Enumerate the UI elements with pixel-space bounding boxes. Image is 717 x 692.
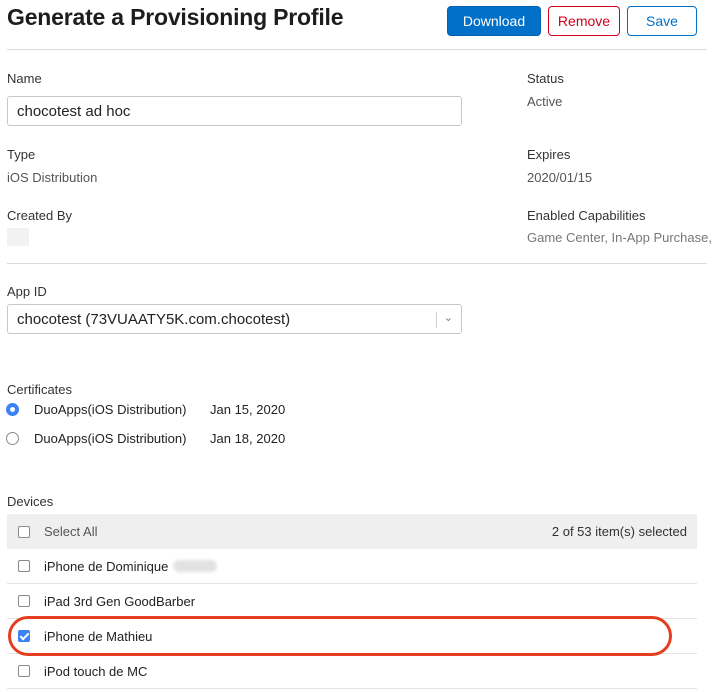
certificates-label: Certificates bbox=[7, 382, 73, 397]
device-row[interactable]: iPhone de Dominique bbox=[7, 549, 697, 584]
app-id-select[interactable]: chocotest (73VUAATY5K.com.chocotest) ⌄ bbox=[7, 304, 462, 334]
selection-count: 2 of 53 item(s) selected bbox=[551, 524, 687, 539]
select-all-label[interactable]: Select All bbox=[44, 524, 97, 539]
name-label: Name bbox=[7, 71, 42, 86]
devices-header-row: Select All 2 of 53 item(s) selected bbox=[7, 514, 697, 549]
type-value: iOS Distribution bbox=[7, 170, 98, 185]
header-divider bbox=[7, 49, 707, 50]
radio-unselected-icon[interactable] bbox=[6, 432, 19, 445]
select-divider bbox=[436, 312, 437, 328]
certificate-name: DuoApps(iOS Distribution) bbox=[34, 402, 187, 417]
device-row[interactable]: iPad 3rd Gen GoodBarber bbox=[7, 584, 697, 619]
certificate-name: DuoApps(iOS Distribution) bbox=[34, 431, 187, 446]
certificate-date: Jan 18, 2020 bbox=[210, 431, 286, 446]
certificate-option[interactable]: DuoApps(iOS Distribution) Jan 15, 2020 bbox=[6, 402, 285, 417]
expires-label: Expires bbox=[527, 147, 571, 162]
chevron-down-icon: ⌄ bbox=[443, 312, 453, 324]
capabilities-value: Game Center, In-App Purchase, bbox=[527, 230, 712, 245]
capabilities-label: Enabled Capabilities bbox=[527, 208, 646, 223]
device-checkbox[interactable] bbox=[18, 595, 30, 607]
save-button[interactable]: Save bbox=[627, 6, 697, 36]
app-id-label: App ID bbox=[7, 284, 47, 299]
app-id-selected-value: chocotest (73VUAATY5K.com.chocotest) bbox=[17, 310, 291, 328]
status-value: Active bbox=[527, 94, 563, 109]
created-by-redacted bbox=[7, 228, 29, 246]
remove-button[interactable]: Remove bbox=[548, 6, 620, 36]
expires-value: 2020/01/15 bbox=[527, 170, 593, 185]
device-checkbox-checked[interactable] bbox=[18, 630, 30, 642]
certificate-date: Jan 15, 2020 bbox=[210, 402, 286, 417]
devices-label: Devices bbox=[7, 494, 54, 509]
device-row[interactable]: iPod touch de MC bbox=[7, 654, 697, 689]
blurred-text bbox=[173, 560, 218, 572]
device-name: iPad 3rd Gen GoodBarber bbox=[44, 593, 196, 609]
status-label: Status bbox=[527, 71, 564, 86]
device-name: iPod touch de MC bbox=[44, 663, 148, 679]
section-divider bbox=[7, 263, 707, 264]
device-name: iPhone de Dominique bbox=[44, 558, 169, 574]
device-checkbox[interactable] bbox=[18, 665, 30, 677]
select-all-checkbox[interactable] bbox=[18, 525, 30, 538]
radio-selected-icon[interactable] bbox=[6, 403, 19, 416]
page-title: Generate a Provisioning Profile bbox=[7, 4, 344, 30]
device-name: iPhone de Mathieu bbox=[44, 628, 153, 644]
type-label: Type bbox=[7, 147, 36, 162]
device-row[interactable]: iPhone de Mathieu bbox=[7, 619, 697, 654]
device-checkbox[interactable] bbox=[18, 560, 30, 572]
created-by-label: Created By bbox=[7, 208, 73, 223]
profile-name-input[interactable]: chocotest ad hoc bbox=[7, 96, 462, 126]
download-button[interactable]: Download bbox=[447, 6, 541, 36]
certificate-option[interactable]: DuoApps(iOS Distribution) Jan 18, 2020 bbox=[6, 431, 285, 446]
